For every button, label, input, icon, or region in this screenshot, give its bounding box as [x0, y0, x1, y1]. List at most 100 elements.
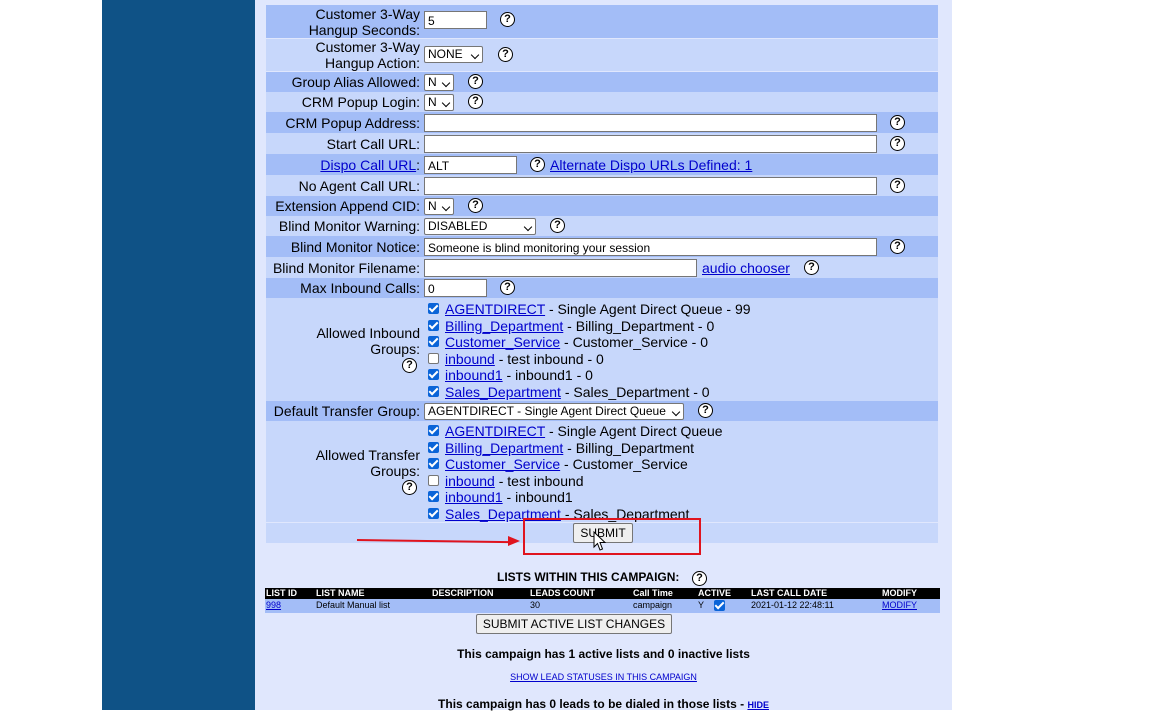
help-icon[interactable]: ?	[804, 260, 819, 275]
group-description: - test inbound - 0	[494, 350, 604, 367]
help-icon[interactable]: ?	[468, 94, 483, 109]
audio-chooser-link[interactable]: audio chooser	[702, 260, 790, 276]
group-checkbox[interactable]	[428, 303, 439, 314]
annotation-arrow-head	[508, 536, 520, 546]
group-link[interactable]: Billing_Department	[445, 440, 563, 456]
blind-monitor-filename-label: Blind Monitor Filename:	[272, 260, 420, 276]
group-checkbox[interactable]	[428, 319, 439, 331]
group-checkbox[interactable]	[428, 441, 439, 453]
help-icon[interactable]: ?	[402, 480, 417, 495]
list-id-link[interactable]: 998	[266, 599, 281, 611]
help-icon[interactable]: ?	[468, 74, 483, 89]
highlight-box	[523, 518, 701, 555]
active-checkbox[interactable]	[714, 600, 725, 611]
help-icon[interactable]: ?	[402, 358, 417, 373]
list-item: inbound1 - inbound1	[428, 489, 573, 505]
allowed-transfer-groups-label: Allowed Transfer Groups:	[315, 447, 420, 479]
group-link[interactable]: AGENTDIRECT	[445, 423, 545, 439]
group-checkbox[interactable]	[428, 336, 439, 348]
dispo-call-url-input[interactable]: ALT	[424, 156, 517, 174]
max-inbound-calls-input[interactable]: 0	[424, 279, 487, 297]
row-start-call-url: Start Call URL: ?	[266, 133, 938, 154]
col-last-call-date: LAST CALL DATE	[751, 588, 828, 598]
help-icon[interactable]: ?	[692, 571, 707, 586]
list-item: Sales_Department - Sales_Department - 0	[428, 384, 710, 400]
hide-link[interactable]: HIDE	[747, 700, 769, 710]
max-inbound-calls-label: Max Inbound Calls:	[300, 280, 420, 296]
group-description: - Single Agent Direct Queue - 99	[545, 301, 751, 317]
group-checkbox[interactable]	[428, 474, 439, 486]
call-time: campaign	[633, 600, 673, 610]
hangup-action-label: Customer 3-Way Hangup Action:	[315, 39, 420, 71]
leads-to-dial-summary: This campaign has 0 leads to be dialed i…	[438, 697, 769, 711]
group-checkbox[interactable]	[428, 425, 439, 436]
list-item: Billing_Department - Billing_Department …	[428, 318, 714, 334]
mouse-cursor-icon	[593, 531, 607, 551]
group-link[interactable]: inbound1	[445, 367, 503, 383]
row-default-transfer-group: Default Transfer Group: AGENTDIRECT - Si…	[266, 401, 938, 421]
group-link[interactable]: Customer_Service	[445, 334, 560, 350]
crm-popup-address-label: CRM Popup Address:	[285, 115, 420, 131]
blind-monitor-filename-input[interactable]	[424, 259, 697, 277]
group-checkbox[interactable]	[428, 508, 439, 519]
help-icon[interactable]: ?	[500, 280, 515, 295]
group-checkbox[interactable]	[428, 491, 439, 503]
row-crm-popup-login: CRM Popup Login: N ?	[266, 92, 938, 112]
group-checkbox[interactable]	[428, 369, 439, 381]
group-checkbox[interactable]	[428, 458, 439, 470]
blind-monitor-warning-select[interactable]: DISABLED	[424, 218, 536, 235]
help-icon[interactable]: ?	[498, 47, 513, 62]
help-icon[interactable]: ?	[890, 239, 905, 254]
group-description: - Sales_Department - 0	[560, 384, 710, 400]
row-max-inbound-calls: Max Inbound Calls: 0 ?	[266, 278, 938, 298]
group-link[interactable]: Customer_Service	[445, 456, 560, 472]
show-lead-statuses-link[interactable]: SHOW LEAD STATUSES IN THIS CAMPAIGN	[510, 672, 697, 682]
help-icon[interactable]: ?	[530, 157, 545, 172]
help-icon[interactable]: ?	[698, 403, 713, 418]
group-description: - Customer_Service	[560, 456, 688, 473]
modify-link[interactable]: MODIFY	[882, 599, 917, 611]
active-value: Y	[698, 600, 705, 610]
group-link[interactable]: inbound	[445, 351, 495, 367]
last-call-date: 2021-01-12 22:48:11	[751, 600, 834, 610]
group-alias-select[interactable]: N	[424, 74, 454, 91]
group-link[interactable]: Billing_Department	[445, 318, 563, 334]
hangup-seconds-label: Customer 3-Way Hangup Seconds:	[308, 6, 420, 38]
group-link[interactable]: inbound1	[445, 489, 503, 505]
help-icon[interactable]: ?	[890, 136, 905, 151]
blind-monitor-notice-label: Blind Monitor Notice:	[290, 239, 420, 255]
group-description: - Customer_Service - 0	[560, 334, 708, 351]
row-blind-monitor-warning: Blind Monitor Warning: DISABLED ?	[266, 216, 938, 236]
help-icon[interactable]: ?	[890, 178, 905, 193]
group-link[interactable]: inbound	[445, 473, 495, 489]
group-link[interactable]: Sales_Department	[445, 384, 561, 400]
row-dispo-call-url: Dispo Call URL: ALT ? Alternate Dispo UR…	[266, 154, 938, 175]
alternate-dispo-urls-link[interactable]: Alternate Dispo URLs Defined: 1	[550, 157, 752, 173]
default-transfer-group-label: Default Transfer Group:	[273, 403, 420, 419]
help-icon[interactable]: ?	[550, 218, 565, 233]
row-group-alias: Group Alias Allowed: N ?	[266, 72, 938, 92]
help-icon[interactable]: ?	[500, 12, 515, 27]
allowed-inbound-groups-label: Allowed Inbound Groups:	[316, 325, 420, 357]
lists-table-header: LIST ID LIST NAME DESCRIPTION LEADS COUN…	[265, 588, 940, 599]
dispo-call-url-link[interactable]: Dispo Call URL	[320, 157, 416, 173]
blind-monitor-notice-input[interactable]: Someone is blind monitoring your session	[424, 238, 877, 256]
hangup-seconds-input[interactable]: 5	[424, 11, 487, 29]
hangup-action-select[interactable]: NONE	[424, 46, 483, 63]
group-link[interactable]: AGENTDIRECT	[445, 301, 545, 317]
row-blind-monitor-notice: Blind Monitor Notice: Someone is blind m…	[266, 236, 938, 257]
submit-active-list-changes-button[interactable]: SUBMIT ACTIVE LIST CHANGES	[476, 614, 672, 634]
group-checkbox[interactable]	[428, 386, 439, 397]
default-transfer-group-select[interactable]: AGENTDIRECT - Single Agent Direct Queue	[424, 403, 684, 420]
active-lists-summary: This campaign has 1 active lists and 0 i…	[457, 647, 750, 661]
no-agent-call-url-input[interactable]	[424, 177, 877, 195]
start-call-url-input[interactable]	[424, 135, 877, 153]
help-icon[interactable]: ?	[468, 198, 483, 213]
group-checkbox[interactable]	[428, 352, 439, 364]
help-icon[interactable]: ?	[890, 115, 905, 130]
row-no-agent-call-url: No Agent Call URL: ?	[266, 175, 938, 196]
crm-popup-login-select[interactable]: N	[424, 94, 454, 111]
extension-append-cid-select[interactable]: N	[424, 198, 454, 215]
row-extension-append-cid: Extension Append CID: N ?	[266, 196, 938, 216]
crm-popup-address-input[interactable]	[424, 114, 877, 132]
